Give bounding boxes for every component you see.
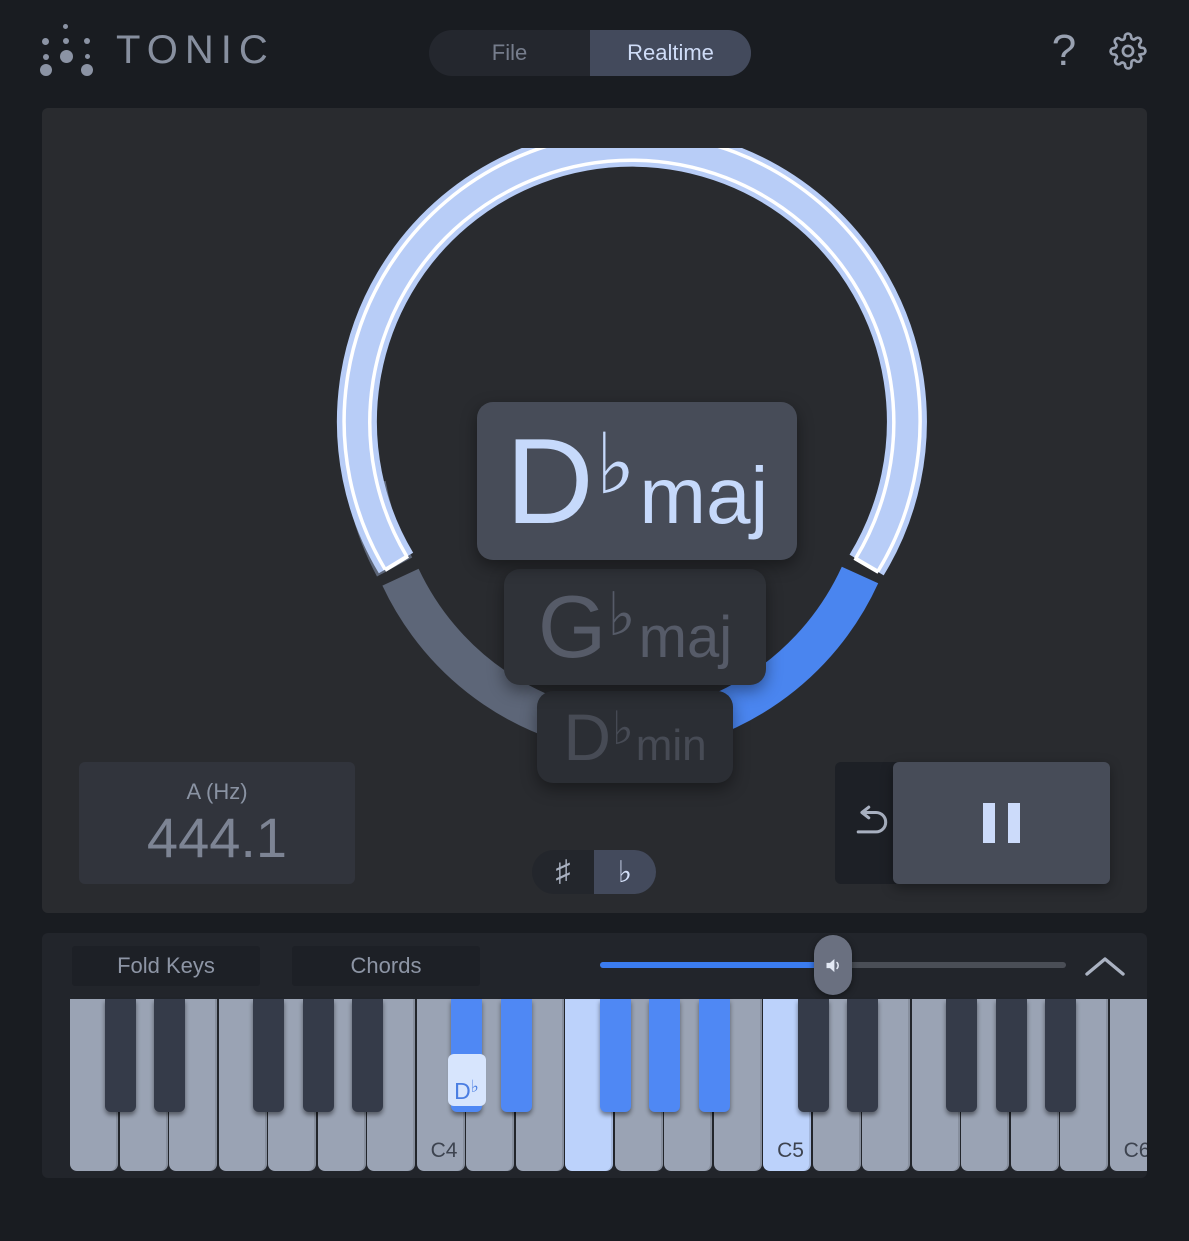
gear-icon	[1109, 32, 1147, 70]
chord-secondary-quality: maj	[639, 609, 732, 667]
chord-card-tertiary[interactable]: D♭min	[537, 691, 733, 783]
chevron-up-icon	[1083, 954, 1127, 980]
piano-black-key[interactable]	[352, 999, 383, 1112]
collapse-keyboard-button[interactable]	[1080, 947, 1130, 987]
piano-black-key[interactable]	[798, 999, 829, 1112]
brand-logo: TONIC	[40, 24, 275, 76]
tuning-label: A (Hz)	[186, 779, 247, 805]
sharp-toggle-button[interactable]: ♯	[532, 850, 594, 894]
piano-white-key[interactable]: C6	[1110, 999, 1148, 1171]
piano-black-key[interactable]: D♭	[451, 999, 482, 1112]
piano-black-key[interactable]	[253, 999, 284, 1112]
piano-black-key[interactable]	[105, 999, 136, 1112]
tuning-readout[interactable]: A (Hz) 444.1	[79, 762, 355, 884]
piano-black-key[interactable]	[154, 999, 185, 1112]
keyboard-panel: Fold Keys Chords C4 C5 C6 D♭	[42, 933, 1147, 1178]
chord-secondary-name: G♭maj	[538, 583, 732, 671]
chord-primary-root: D	[506, 420, 594, 542]
question-mark-icon: ?	[1052, 29, 1076, 73]
mode-tab-group: File Realtime	[429, 30, 751, 76]
octave-label: C4	[431, 1139, 458, 1163]
tonic-dots-logo-icon	[40, 24, 94, 76]
volume-slider[interactable]	[600, 962, 1066, 968]
chord-tertiary-quality: min	[636, 724, 707, 768]
piano-black-key[interactable]	[699, 999, 730, 1112]
octave-label: C5	[777, 1139, 804, 1163]
app-header: TONIC File Realtime ?	[0, 0, 1189, 108]
flat-toggle-button[interactable]: ♭	[594, 850, 656, 894]
chord-primary-name: D♭maj	[506, 420, 769, 542]
tonic-app-window: TONIC File Realtime ?	[0, 0, 1189, 1241]
chord-card-primary[interactable]: D♭maj	[477, 402, 797, 560]
fold-keys-button[interactable]: Fold Keys	[72, 946, 260, 986]
chord-tertiary-root: D	[563, 704, 611, 770]
piano-black-key[interactable]	[946, 999, 977, 1112]
active-note-badge: D♭	[448, 1054, 486, 1106]
tab-file[interactable]: File	[429, 30, 590, 76]
chord-secondary-root: G	[538, 583, 606, 671]
piano-black-key[interactable]	[501, 999, 532, 1112]
active-note-root: D	[454, 1080, 471, 1103]
undo-arrow-icon	[855, 804, 897, 842]
app-title: TONIC	[116, 30, 275, 70]
tuning-value: 444.1	[147, 809, 287, 868]
settings-button[interactable]	[1107, 28, 1149, 74]
piano-black-key[interactable]	[847, 999, 878, 1112]
volume-slider-handle[interactable]	[814, 935, 852, 995]
chord-primary-quality: maj	[639, 456, 768, 536]
piano-black-key[interactable]	[996, 999, 1027, 1112]
help-button[interactable]: ?	[1043, 28, 1085, 74]
octave-label: C6	[1124, 1139, 1147, 1163]
pause-icon	[983, 803, 1020, 843]
tab-realtime[interactable]: Realtime	[590, 30, 751, 76]
playback-toggle-button[interactable]	[893, 762, 1110, 884]
accidental-toggle: ♯ ♭	[532, 850, 656, 894]
detection-panel: D♭min G♭maj D♭maj A (Hz) 444.1 ♯ ♭	[42, 108, 1147, 913]
piano-black-key[interactable]	[600, 999, 631, 1112]
volume-slider-fill	[600, 962, 833, 968]
active-note-accidental: ♭	[471, 1078, 479, 1095]
header-actions: ?	[1043, 28, 1149, 74]
transport-controls	[835, 762, 1110, 884]
speaker-icon	[823, 955, 844, 976]
piano-black-key[interactable]	[649, 999, 680, 1112]
chord-card-secondary[interactable]: G♭maj	[504, 569, 766, 685]
piano-black-key[interactable]	[303, 999, 334, 1112]
chords-button[interactable]: Chords	[292, 946, 480, 986]
chord-tertiary-accidental: ♭	[612, 705, 634, 751]
chord-tertiary-name: D♭min	[563, 704, 706, 770]
piano-keyboard: C4 C5 C6 D♭	[70, 999, 1147, 1178]
piano-black-key[interactable]	[1045, 999, 1076, 1112]
keyboard-toolbar: Fold Keys Chords	[42, 933, 1147, 999]
chord-secondary-accidental: ♭	[607, 585, 635, 645]
chord-primary-accidental: ♭	[596, 422, 636, 506]
